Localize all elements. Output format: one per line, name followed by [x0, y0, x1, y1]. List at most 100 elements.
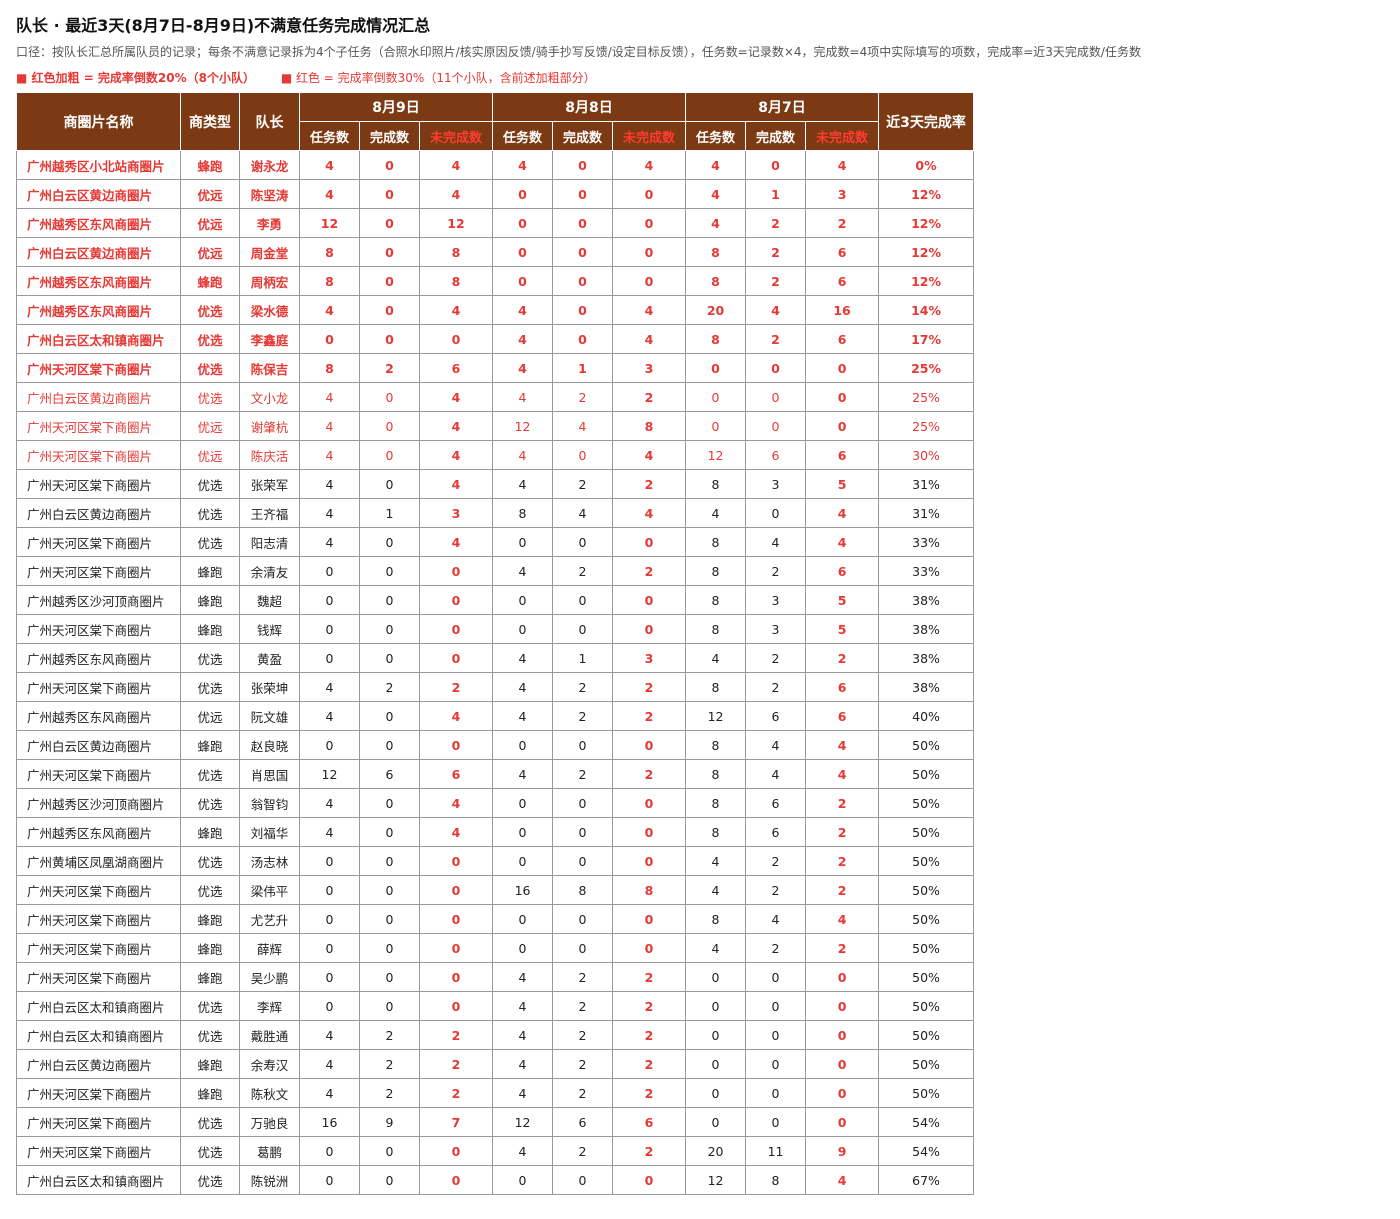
aug8-done-cell: 2 — [552, 1136, 614, 1166]
table-row[interactable]: 广州白云区太和镇商圈片 优选 李辉 0 0 0 4 2 2 0 0 0 50% — [16, 991, 975, 1021]
aug7-done-cell: 3 — [745, 585, 807, 615]
header-aug9-undone[interactable]: 未完成数 — [418, 121, 494, 151]
aug8-undone-cell: 0 — [612, 585, 687, 615]
table-row[interactable]: 广州天河区棠下商圈片 优选 张荣坤 4 2 2 4 2 2 8 2 6 38% — [16, 672, 975, 702]
table-row[interactable]: 广州天河区棠下商圈片 蜂跑 陈秋文 4 2 2 4 2 2 0 0 0 50% — [16, 1078, 975, 1108]
table-row[interactable]: 广州越秀区沙河顶商圈片 优选 翁智钧 4 0 4 0 0 0 8 6 2 50% — [16, 788, 975, 818]
table-row[interactable]: 广州天河区棠下商圈片 蜂跑 钱辉 0 0 0 0 0 0 8 3 5 38% — [16, 614, 975, 644]
aug8-tasks-cell: 0 — [492, 527, 554, 557]
leader-cell: 李勇 — [239, 208, 300, 238]
header-aug9-tasks[interactable]: 任务数 — [299, 121, 360, 151]
type-cell: 蜂跑 — [180, 585, 240, 615]
table-row[interactable]: 广州白云区黄边商圈片 蜂跑 余寿汉 4 2 2 4 2 2 0 0 0 50% — [16, 1049, 975, 1079]
header-aug8-tasks[interactable]: 任务数 — [492, 121, 554, 151]
leader-cell: 吴少鹏 — [239, 962, 300, 992]
header-rate[interactable]: 近3天完成率 — [878, 92, 975, 151]
aug9-done-cell: 2 — [359, 672, 420, 702]
table-row[interactable]: 广州天河区棠下商圈片 优远 谢肇杭 4 0 4 12 4 8 0 0 0 25% — [16, 411, 975, 441]
aug8-done-cell: 2 — [552, 1078, 614, 1108]
aug8-undone-cell: 4 — [612, 440, 687, 470]
page-title: 队长 · 最近3天(8月7日-8月9日)不满意任务完成情况汇总 — [16, 16, 431, 35]
table-row[interactable]: 广州越秀区东风商圈片 优选 黄盈 0 0 0 4 1 3 4 2 2 38% — [16, 643, 975, 673]
area-cell: 广州白云区黄边商圈片 — [16, 382, 181, 412]
table-row[interactable]: 广州天河区棠下商圈片 蜂跑 薛辉 0 0 0 0 0 0 4 2 2 50% — [16, 933, 975, 963]
table-row[interactable]: 广州越秀区东风商圈片 优远 阮文雄 4 0 4 4 2 2 12 6 6 40% — [16, 701, 975, 731]
table-row[interactable]: 广州白云区黄边商圈片 蜂跑 赵良晓 0 0 0 0 0 0 8 4 4 50% — [16, 730, 975, 760]
legend: ■ 红色加粗 = 完成率倒数20%（8个小队） ■ 红色 = 完成率倒数30%（… — [16, 64, 1141, 92]
type-cell: 蜂跑 — [180, 150, 240, 180]
header-aug8-undone[interactable]: 未完成数 — [612, 121, 687, 151]
header-aug8-done[interactable]: 完成数 — [552, 121, 614, 151]
header-aug7-tasks[interactable]: 任务数 — [685, 121, 747, 151]
table-row[interactable]: 广州越秀区东风商圈片 优远 李勇 12 0 12 0 0 0 4 2 2 12% — [16, 208, 975, 238]
table-row[interactable]: 广州天河区棠下商圈片 优远 陈庆活 4 0 4 4 0 4 12 6 6 30% — [16, 440, 975, 470]
aug7-undone-cell: 0 — [805, 1049, 880, 1079]
leader-cell: 余寿汉 — [239, 1049, 300, 1079]
leader-cell: 周柄宏 — [239, 266, 300, 296]
table-row[interactable]: 广州白云区太和镇商圈片 优选 陈锐洲 0 0 0 0 0 0 12 8 4 67% — [16, 1165, 975, 1195]
aug9-undone-cell: 3 — [418, 498, 494, 528]
table-row[interactable]: 广州白云区黄边商圈片 优远 陈坚涛 4 0 4 0 0 0 4 1 3 12% — [16, 179, 975, 209]
table-row[interactable]: 广州天河区棠下商圈片 优选 葛鹏 0 0 0 4 2 2 20 11 9 54% — [16, 1136, 975, 1166]
table-row[interactable]: 广州越秀区小北站商圈片 蜂跑 谢永龙 4 0 4 4 0 4 4 0 4 0% — [16, 150, 975, 180]
aug8-done-cell: 0 — [552, 817, 614, 847]
type-cell: 蜂跑 — [180, 266, 240, 296]
aug8-tasks-cell: 4 — [492, 759, 554, 789]
aug8-done-cell: 2 — [552, 382, 614, 412]
aug7-done-cell: 0 — [745, 1049, 807, 1079]
aug9-tasks-cell: 12 — [299, 208, 360, 238]
aug9-done-cell: 2 — [359, 1049, 420, 1079]
header-type[interactable]: 商类型 — [180, 92, 240, 151]
aug8-done-cell: 0 — [552, 788, 614, 818]
table-row[interactable]: 广州天河区棠下商圈片 优选 阳志清 4 0 4 0 0 0 8 4 4 33% — [16, 527, 975, 557]
header-aug7-done[interactable]: 完成数 — [745, 121, 807, 151]
area-cell: 广州越秀区东风商圈片 — [16, 643, 181, 673]
aug9-done-cell: 0 — [359, 962, 420, 992]
aug9-tasks-cell: 12 — [299, 759, 360, 789]
table-row[interactable]: 广州白云区黄边商圈片 优选 王齐福 4 1 3 8 4 4 4 0 4 31% — [16, 498, 975, 528]
area-cell: 广州白云区黄边商圈片 — [16, 730, 181, 760]
aug9-undone-cell: 0 — [418, 585, 494, 615]
header-leader[interactable]: 队长 — [239, 92, 300, 151]
aug7-undone-cell: 4 — [805, 759, 880, 789]
table-row[interactable]: 广州越秀区东风商圈片 蜂跑 周柄宏 8 0 8 0 0 0 8 2 6 12% — [16, 266, 975, 296]
type-cell: 优远 — [180, 701, 240, 731]
table-row[interactable]: 广州白云区太和镇商圈片 优选 李鑫庭 0 0 0 4 0 4 8 2 6 17% — [16, 324, 975, 354]
table-row[interactable]: 广州白云区黄边商圈片 优选 文小龙 4 0 4 4 2 2 0 0 0 25% — [16, 382, 975, 412]
aug7-undone-cell: 0 — [805, 962, 880, 992]
table-row[interactable]: 广州天河区棠下商圈片 蜂跑 尤艺升 0 0 0 0 0 0 8 4 4 50% — [16, 904, 975, 934]
header-area[interactable]: 商圈片名称 — [16, 92, 181, 151]
aug8-undone-cell: 0 — [612, 614, 687, 644]
type-cell: 优选 — [180, 991, 240, 1021]
table-row[interactable]: 广州白云区太和镇商圈片 优选 戴胜通 4 2 2 4 2 2 0 0 0 50% — [16, 1020, 975, 1050]
leader-cell: 王齐福 — [239, 498, 300, 528]
header-aug9-done[interactable]: 完成数 — [359, 121, 420, 151]
aug9-tasks-cell: 4 — [299, 179, 360, 209]
table-row[interactable]: 广州白云区黄边商圈片 优远 周金堂 8 0 8 0 0 0 8 2 6 12% — [16, 237, 975, 267]
table-row[interactable]: 广州天河区棠下商圈片 优选 万驰良 16 9 7 12 6 6 0 0 0 54% — [16, 1107, 975, 1137]
header-aug7-undone[interactable]: 未完成数 — [805, 121, 880, 151]
table-row[interactable]: 广州天河区棠下商圈片 优选 肖思国 12 6 6 4 2 2 8 4 4 50% — [16, 759, 975, 789]
table-row[interactable]: 广州越秀区东风商圈片 优选 梁水德 4 0 4 4 0 4 20 4 16 14% — [16, 295, 975, 325]
aug9-undone-cell: 0 — [418, 1165, 494, 1195]
aug9-tasks-cell: 0 — [299, 643, 360, 673]
aug7-undone-cell: 6 — [805, 266, 880, 296]
aug9-undone-cell: 6 — [418, 759, 494, 789]
table-row[interactable]: 广州黄埔区凤凰湖商圈片 优选 汤志林 0 0 0 0 0 0 4 2 2 50% — [16, 846, 975, 876]
aug8-tasks-cell: 12 — [492, 411, 554, 441]
table-row[interactable]: 广州越秀区沙河顶商圈片 蜂跑 魏超 0 0 0 0 0 0 8 3 5 38% — [16, 585, 975, 615]
table-row[interactable]: 广州天河区棠下商圈片 优选 张荣军 4 0 4 4 2 2 8 3 5 31% — [16, 469, 975, 499]
table-row[interactable]: 广州越秀区东风商圈片 蜂跑 刘福华 4 0 4 0 0 0 8 6 2 50% — [16, 817, 975, 847]
aug9-done-cell: 6 — [359, 759, 420, 789]
table-row[interactable]: 广州天河区棠下商圈片 蜂跑 吴少鹏 0 0 0 4 2 2 0 0 0 50% — [16, 962, 975, 992]
table-body: 广州越秀区小北站商圈片 蜂跑 谢永龙 4 0 4 4 0 4 4 0 4 0% 广州白云区黄边商圈片 优远陈… — [16, 150, 975, 1195]
aug7-done-cell: 4 — [745, 904, 807, 934]
aug9-done-cell: 0 — [359, 295, 420, 325]
aug9-tasks-cell: 4 — [299, 527, 360, 557]
table-row[interactable]: 广州天河区棠下商圈片 蜂跑 余清友 0 0 0 4 2 2 8 2 6 33% — [16, 556, 975, 586]
aug8-undone-cell: 3 — [612, 643, 687, 673]
table-row[interactable]: 广州天河区棠下商圈片 优选 陈保吉 8 2 6 4 1 3 0 0 0 25% — [16, 353, 975, 383]
aug7-tasks-cell: 4 — [685, 875, 747, 905]
area-cell: 广州天河区棠下商圈片 — [16, 440, 181, 470]
table-row[interactable]: 广州天河区棠下商圈片 优选 梁伟平 0 0 0 16 8 8 4 2 2 50% — [16, 875, 975, 905]
